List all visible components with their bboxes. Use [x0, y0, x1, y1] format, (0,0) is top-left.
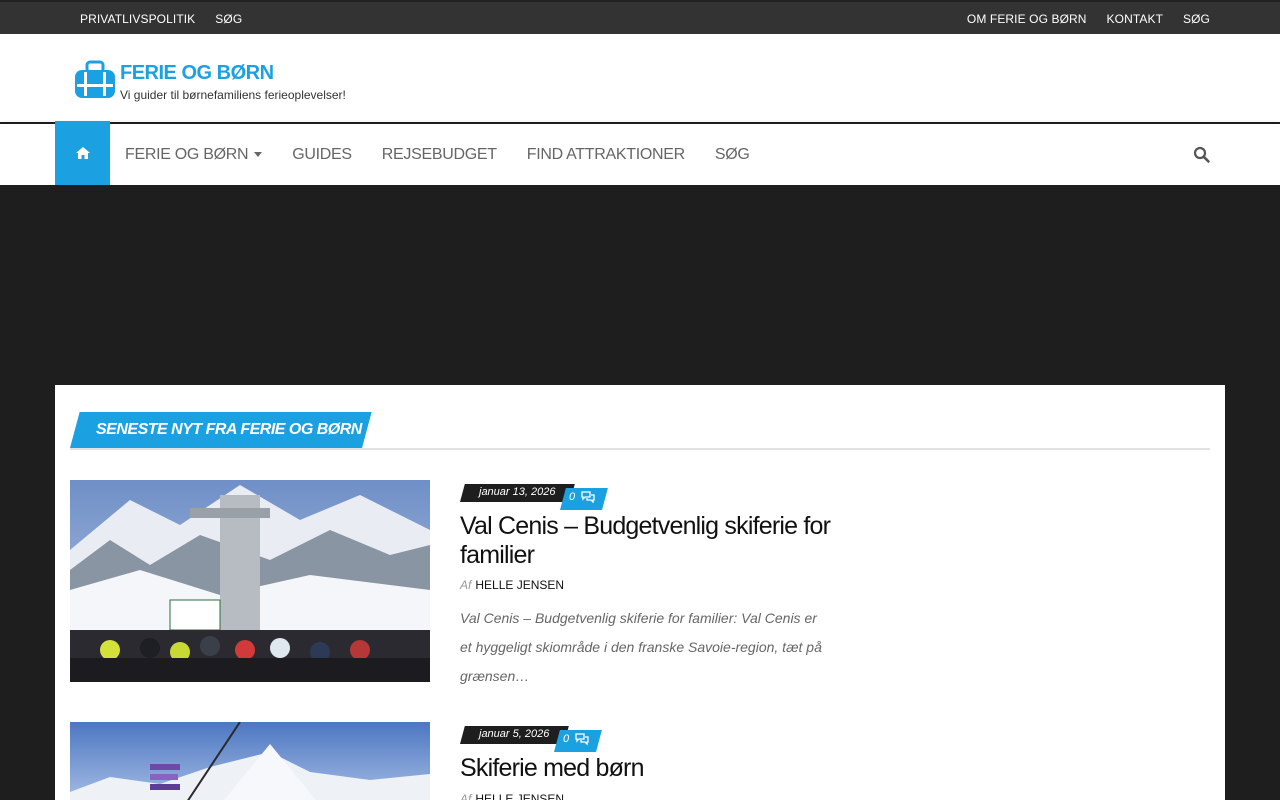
suitcase-icon[interactable]: [73, 58, 117, 100]
section-header: SENESTE NYT FRA FERIE OG BØRN: [70, 412, 1210, 450]
comments-icon: [581, 491, 595, 503]
nav-item-find-attraktioner[interactable]: FIND ATTRAKTIONER: [527, 146, 685, 164]
home-icon: [75, 147, 90, 159]
post-thumbnail[interactable]: [70, 480, 430, 682]
comments-icon: [575, 733, 589, 745]
comment-count-value: 0: [569, 491, 576, 503]
post-date[interactable]: januar 5, 2026: [479, 728, 549, 740]
top-link-privatlivspolitik[interactable]: PRIVATLIVSPOLITIK: [80, 12, 195, 26]
main-nav: FERIE OG BØRN GUIDES REJSEBUDGET FIND AT…: [0, 121, 1280, 185]
caret-down-icon: [254, 152, 263, 157]
nav-item-rejsebudget[interactable]: REJSEBUDGET: [382, 146, 497, 164]
post-thumbnail[interactable]: [70, 722, 430, 800]
post-author[interactable]: HELLE JENSEN: [475, 792, 564, 800]
comment-count-value: 0: [563, 733, 570, 745]
search-icon[interactable]: [1193, 146, 1211, 164]
site-tagline: Vi guider til børnefamiliens ferieopleve…: [120, 88, 346, 102]
site-header: FERIE OG BØRN Vi guider til børnefamilie…: [0, 34, 1280, 122]
top-bar-right-menu: OM FERIE OG BØRN KONTAKT SØG: [947, 2, 1210, 36]
post-title[interactable]: Skiferie med børn: [460, 754, 840, 783]
nav-menu: FERIE OG BØRN GUIDES REJSEBUDGET FIND AT…: [125, 124, 780, 185]
comment-count[interactable]: 0: [563, 733, 589, 745]
nav-item-sog[interactable]: SØG: [715, 146, 750, 164]
byline-label: Af: [460, 792, 472, 800]
top-bar: PRIVATLIVSPOLITIK SØG OM FERIE OG BØRN K…: [0, 0, 1280, 34]
post-byline: Af HELLE JENSEN: [460, 578, 564, 592]
content-area: SENESTE NYT FRA FERIE OG BØRN januar 13,…: [55, 385, 1225, 800]
home-button[interactable]: [55, 121, 110, 185]
top-bar-left-menu: PRIVATLIVSPOLITIK SØG: [80, 2, 262, 36]
top-link-about[interactable]: OM FERIE OG BØRN: [967, 12, 1087, 26]
nav-item-label: FERIE OG BØRN: [125, 145, 249, 163]
nav-item-ferie-og-born[interactable]: FERIE OG BØRN: [125, 145, 263, 164]
post-item: januar 13, 2026 0 Val Cenis – Budgetvenl…: [70, 480, 831, 684]
post-title[interactable]: Val Cenis – Budgetvenlig skiferie for fa…: [460, 512, 840, 570]
post-author[interactable]: HELLE JENSEN: [475, 578, 564, 592]
nav-item-guides[interactable]: GUIDES: [292, 146, 352, 164]
section-title: SENESTE NYT FRA FERIE OG BØRN: [96, 421, 362, 438]
post-item: januar 5, 2026 0 Skiferie med børn Af HEL…: [70, 722, 830, 800]
top-link-contact[interactable]: KONTAKT: [1107, 12, 1163, 26]
comment-count[interactable]: 0: [569, 491, 595, 503]
top-link-search[interactable]: SØG: [215, 12, 242, 26]
top-link-search-right[interactable]: SØG: [1183, 12, 1210, 26]
post-byline: Af HELLE JENSEN: [460, 792, 564, 800]
byline-label: Af: [460, 578, 472, 592]
post-excerpt: Val Cenis – Budgetvenlig skiferie for fa…: [460, 610, 822, 684]
post-date[interactable]: januar 13, 2026: [479, 486, 555, 498]
site-title[interactable]: FERIE OG BØRN: [120, 62, 274, 85]
